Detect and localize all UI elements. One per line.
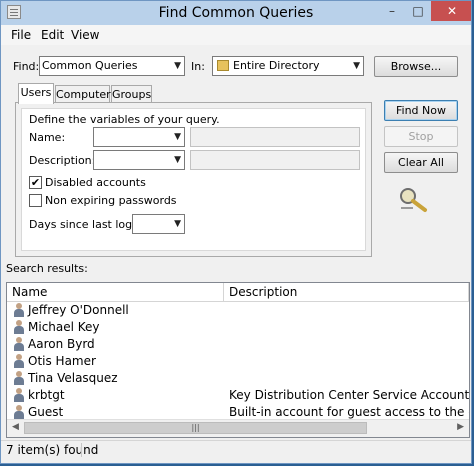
scroll-right-icon[interactable]: ▶ xyxy=(457,422,464,432)
chevron-down-icon: ▼ xyxy=(174,155,181,165)
user-icon xyxy=(14,388,24,402)
scrollbar-thumb[interactable]: ||| xyxy=(24,422,367,434)
chevron-down-icon: ▼ xyxy=(353,61,360,71)
result-description: Built-in account for guest access to the… xyxy=(229,405,469,419)
non-expiring-passwords-checkbox[interactable] xyxy=(29,194,42,207)
result-name: Tina Velasquez xyxy=(28,371,118,385)
title-bar[interactable]: Find Common Queries – □ ✕ xyxy=(1,1,471,25)
in-label: In: xyxy=(191,60,205,73)
table-row[interactable]: Jeffrey O'Donnell xyxy=(7,302,469,319)
column-header-name[interactable]: Name xyxy=(7,283,224,302)
menu-edit[interactable]: Edit xyxy=(41,28,64,42)
result-name: krbtgt xyxy=(28,388,65,402)
result-description: Key Distribution Center Service Account xyxy=(229,388,470,402)
disabled-accounts-label: Disabled accounts xyxy=(45,176,146,189)
status-item-count: 7 item(s) found xyxy=(6,443,99,457)
find-dropdown[interactable]: Common Queries ▼ xyxy=(39,56,185,76)
search-results-label: Search results: xyxy=(6,262,88,275)
status-divider xyxy=(81,443,82,457)
stop-button[interactable]: Stop xyxy=(384,126,458,147)
user-icon xyxy=(14,354,24,368)
table-row[interactable]: Aaron Byrd xyxy=(7,336,469,353)
table-row[interactable]: Tina Velasquez xyxy=(7,370,469,387)
search-results-list[interactable]: Name Description Jeffrey O'Donnell Micha… xyxy=(6,282,470,438)
result-name: Jeffrey O'Donnell xyxy=(28,303,129,317)
user-icon xyxy=(14,303,24,317)
checkmark-icon: ✔ xyxy=(30,176,41,189)
user-icon xyxy=(14,371,24,385)
maximize-button[interactable]: □ xyxy=(405,1,431,21)
user-icon xyxy=(14,337,24,351)
directory-icon xyxy=(217,60,229,71)
find-dropdown-value: Common Queries xyxy=(42,59,138,72)
result-name: Guest xyxy=(28,405,64,419)
clear-all-button[interactable]: Clear All xyxy=(384,152,458,173)
name-label: Name: xyxy=(29,131,66,144)
in-dropdown-value: Entire Directory xyxy=(233,59,320,72)
chevron-down-icon: ▼ xyxy=(174,61,181,71)
query-instructions: Define the variables of your query. xyxy=(29,113,220,126)
menu-view[interactable]: View xyxy=(71,28,99,42)
find-label: Find: xyxy=(13,60,40,73)
search-magnifier-icon xyxy=(400,188,427,212)
status-bar: 7 item(s) found xyxy=(1,440,471,459)
description-condition-dropdown[interactable]: ▼ xyxy=(93,150,185,170)
disabled-accounts-checkbox[interactable]: ✔ xyxy=(29,176,42,189)
in-dropdown[interactable]: Entire Directory ▼ xyxy=(212,56,364,76)
find-now-button[interactable]: Find Now xyxy=(384,100,458,121)
result-name: Aaron Byrd xyxy=(28,337,95,351)
description-label: Description: xyxy=(29,154,96,167)
table-row[interactable]: Michael Key xyxy=(7,319,469,336)
close-button[interactable]: ✕ xyxy=(431,1,471,21)
find-common-queries-window: Find Common Queries – □ ✕ File Edit View… xyxy=(0,0,472,464)
menu-file[interactable]: File xyxy=(11,28,31,42)
tab-users[interactable]: Users xyxy=(18,83,54,104)
user-icon xyxy=(14,405,24,419)
table-row[interactable]: Otis Hamer xyxy=(7,353,469,370)
minimize-button[interactable]: – xyxy=(379,1,405,21)
description-field[interactable] xyxy=(190,150,360,170)
tab-groups[interactable]: Groups xyxy=(111,85,152,103)
horizontal-scrollbar[interactable]: ◀ ||| ▶ xyxy=(7,419,469,437)
menu-bar: File Edit View xyxy=(1,25,471,45)
user-icon xyxy=(14,320,24,334)
name-field[interactable] xyxy=(190,127,360,147)
days-since-logon-dropdown[interactable]: ▼ xyxy=(132,214,185,234)
non-expiring-passwords-label: Non expiring passwords xyxy=(45,194,177,207)
chevron-down-icon: ▼ xyxy=(174,219,181,229)
tab-computers[interactable]: Computers xyxy=(55,85,116,103)
name-condition-dropdown[interactable]: ▼ xyxy=(93,127,185,147)
scroll-left-icon[interactable]: ◀ xyxy=(12,422,19,432)
table-row[interactable]: krbtgt Key Distribution Center Service A… xyxy=(7,387,469,404)
column-header-description[interactable]: Description xyxy=(224,283,469,302)
result-name: Otis Hamer xyxy=(28,354,96,368)
chevron-down-icon: ▼ xyxy=(174,132,181,142)
result-name: Michael Key xyxy=(28,320,100,334)
browse-button[interactable]: Browse... xyxy=(374,56,458,77)
